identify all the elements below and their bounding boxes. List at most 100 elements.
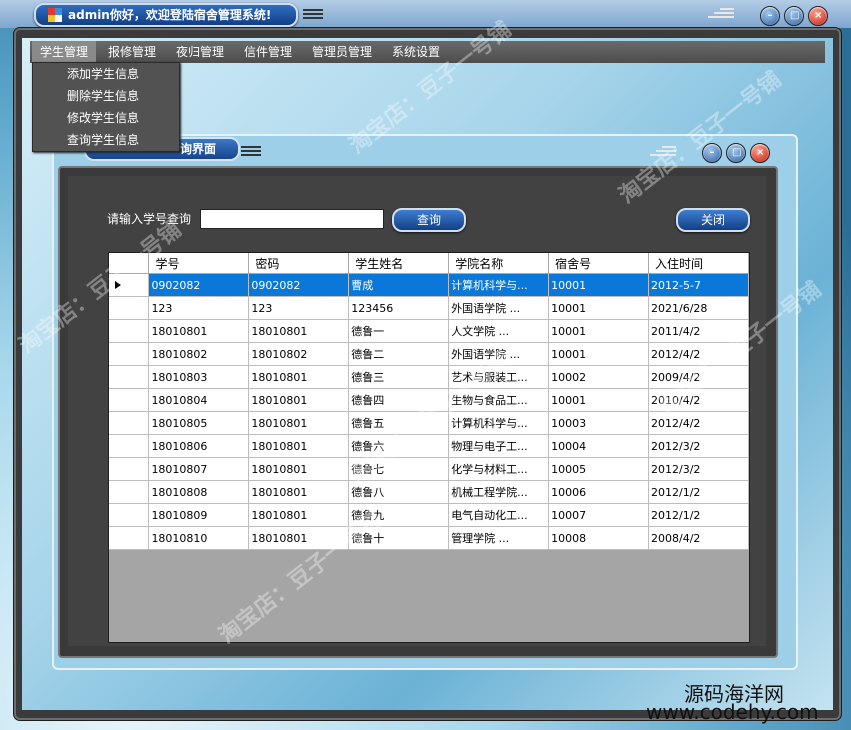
cell-student-name[interactable]: 德鲁七 [348,457,450,481]
table-row[interactable]: 0902082 0902082 曹成 计算机科学与... 10001 2012-5-7 [109,273,749,297]
child-restore-button[interactable]: □ [726,143,746,163]
col-header-college[interactable]: 学院名称 [448,253,550,274]
table-row[interactable]: 18010801 18010801 德鲁一 人文学院 ... 10001 2011/4/2 [109,319,749,343]
close-button[interactable]: × [808,6,828,26]
cell-dorm[interactable]: 10001 [548,388,650,412]
child-close-button[interactable]: × [750,143,770,163]
cell-checkin-date[interactable]: 2021/6/28 [648,296,749,320]
col-header-checkin-date[interactable]: 入住时间 [648,253,749,274]
cell-student-id[interactable]: 18010805 [148,411,250,435]
cell-password[interactable]: 18010801 [248,480,350,504]
child-minimize-button[interactable]: – [702,143,722,163]
cell-college[interactable]: 生物与食品工... [448,388,550,412]
cell-password[interactable]: 18010801 [248,526,350,550]
table-row[interactable]: 18010810 18010801 德鲁十 管理学院 ... 10008 2008/4/2 [109,526,749,550]
cell-checkin-date[interactable]: 2012/3/2 [648,434,749,458]
menu-settings[interactable]: 系统设置 [384,41,448,63]
hamburger-icon[interactable] [303,7,323,19]
menu-edit-student[interactable]: 修改学生信息 [67,107,139,129]
cell-student-id[interactable]: 18010803 [148,365,250,389]
cell-student-id[interactable]: 123 [148,296,250,320]
cell-dorm[interactable]: 10004 [548,434,650,458]
cell-password[interactable]: 18010801 [248,411,350,435]
cell-college[interactable]: 外国语学院 ... [448,342,550,366]
cell-student-id[interactable]: 18010804 [148,388,250,412]
cell-student-name[interactable]: 德鲁九 [348,503,450,527]
cell-student-id[interactable]: 0902082 [148,273,250,297]
row-header[interactable] [109,365,150,389]
cell-student-name[interactable]: 德鲁二 [348,342,450,366]
row-header[interactable] [109,273,150,297]
cell-student-id[interactable]: 18010809 [148,503,250,527]
cell-checkin-date[interactable]: 2009/4/2 [648,365,749,389]
cell-student-name[interactable]: 德鲁一 [348,319,450,343]
table-row[interactable]: 18010805 18010801 德鲁五 计算机科学与... 10003 2012/4/… [109,411,749,435]
cell-checkin-date[interactable]: 2012-5-7 [648,273,749,297]
row-header[interactable] [109,503,150,527]
row-header[interactable] [109,480,150,504]
cell-checkin-date[interactable]: 2010/4/2 [648,388,749,412]
col-header-dorm[interactable]: 宿舍号 [548,253,650,274]
cell-password[interactable]: 0902082 [248,273,350,297]
child-hamburger-icon[interactable] [241,144,261,156]
cell-student-name[interactable]: 123456 [348,296,450,320]
minimize-button[interactable]: – [760,6,780,26]
restore-button[interactable]: □ [784,6,804,26]
cell-college[interactable]: 物理与电子工... [448,434,550,458]
cell-checkin-date[interactable]: 2008/4/2 [648,526,749,550]
cell-student-id[interactable]: 18010810 [148,526,250,550]
row-header[interactable] [109,457,150,481]
cell-dorm[interactable]: 10002 [548,365,650,389]
menu-query-student[interactable]: 查询学生信息 [67,129,139,151]
row-header[interactable] [109,319,150,343]
row-header[interactable] [109,342,150,366]
table-row[interactable]: 18010802 18010802 德鲁二 外国语学院 ... 10001 2012/4/… [109,342,749,366]
menu-night-return[interactable]: 夜归管理 [168,41,232,63]
cell-dorm[interactable]: 10007 [548,503,650,527]
cell-student-name[interactable]: 德鲁四 [348,388,450,412]
cell-checkin-date[interactable]: 2012/3/2 [648,457,749,481]
table-row[interactable]: 18010806 18010801 德鲁六 物理与电子工... 10004 2012/3/… [109,434,749,458]
cell-college[interactable]: 艺术与服装工... [448,365,550,389]
cell-password[interactable]: 18010801 [248,319,350,343]
cell-dorm[interactable]: 10003 [548,411,650,435]
student-grid[interactable]: 学号 密码 学生姓名 学院名称 宿舍号 入住时间 0902082 0902082 曹… [108,252,750,643]
cell-student-name[interactable]: 曹成 [348,273,450,297]
row-header[interactable] [109,411,150,435]
menu-add-student[interactable]: 添加学生信息 [67,63,139,85]
menu-admin[interactable]: 管理员管理 [304,41,380,63]
student-id-input[interactable] [200,209,384,229]
cell-checkin-date[interactable]: 2012/1/2 [648,480,749,504]
close-query-button[interactable]: 关闭 [676,208,750,232]
cell-dorm[interactable]: 10001 [548,342,650,366]
menu-student[interactable]: 学生管理 [32,41,97,63]
cell-dorm[interactable]: 10005 [548,457,650,481]
cell-dorm[interactable]: 10008 [548,526,650,550]
table-row[interactable]: 18010807 18010801 德鲁七 化学与材料工... 10005 2012/3/… [109,457,749,481]
cell-college[interactable]: 机械工程学院... [448,480,550,504]
cell-checkin-date[interactable]: 2012/4/2 [648,411,749,435]
col-header-password[interactable]: 密码 [248,253,350,274]
col-header-student-id[interactable]: 学号 [148,253,250,274]
cell-dorm[interactable]: 10001 [548,296,650,320]
col-header-student-name[interactable]: 学生姓名 [348,253,450,274]
cell-college[interactable]: 计算机科学与... [448,411,550,435]
cell-student-name[interactable]: 德鲁六 [348,434,450,458]
cell-password[interactable]: 18010801 [248,365,350,389]
cell-password[interactable]: 18010801 [248,434,350,458]
cell-student-id[interactable]: 18010808 [148,480,250,504]
search-button[interactable]: 查询 [392,208,466,232]
cell-password[interactable]: 18010801 [248,503,350,527]
cell-student-id[interactable]: 18010802 [148,342,250,366]
cell-college[interactable]: 电气自动化工... [448,503,550,527]
menu-mail[interactable]: 信件管理 [236,41,300,63]
cell-checkin-date[interactable]: 2012/4/2 [648,342,749,366]
cell-student-name[interactable]: 德鲁五 [348,411,450,435]
cell-dorm[interactable]: 10001 [548,273,650,297]
cell-college[interactable]: 人文学院 ... [448,319,550,343]
cell-password[interactable]: 123 [248,296,350,320]
cell-student-id[interactable]: 18010801 [148,319,250,343]
cell-student-name[interactable]: 德鲁十 [348,526,450,550]
row-header[interactable] [109,526,150,550]
cell-college[interactable]: 化学与材料工... [448,457,550,481]
